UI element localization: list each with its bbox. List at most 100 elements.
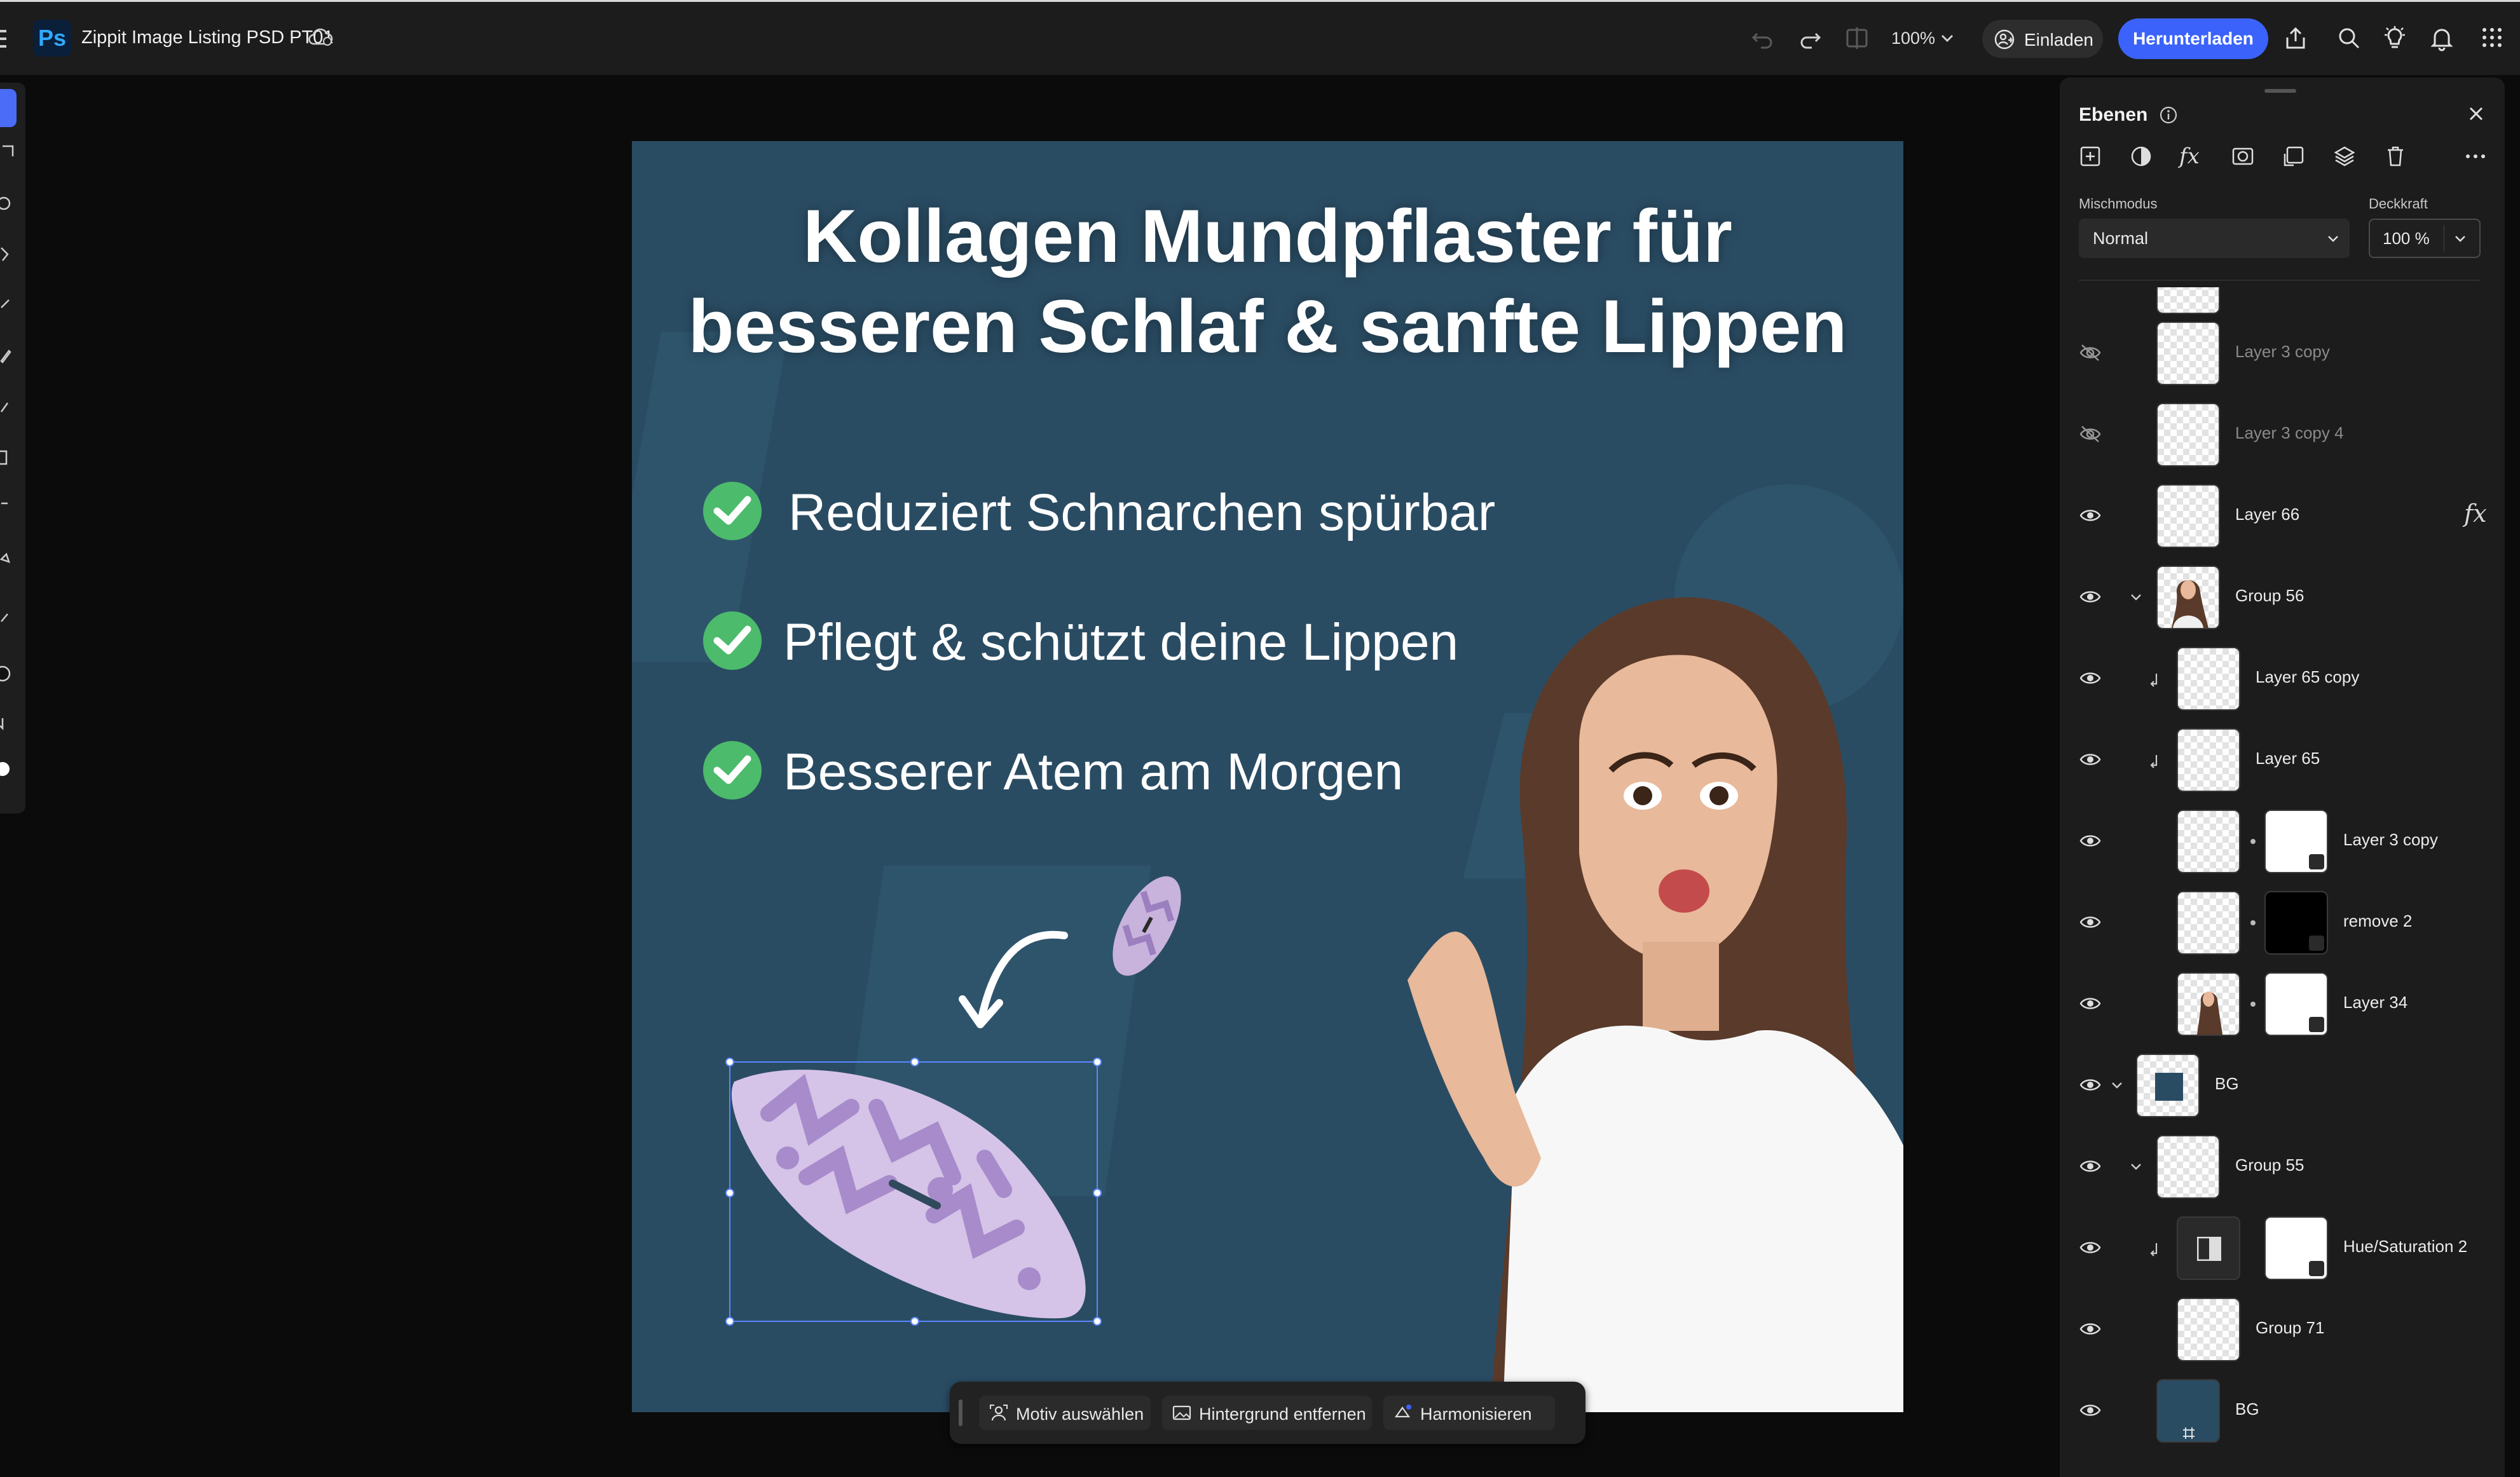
layer-stack-icon[interactable] (2332, 144, 2357, 169)
layer-row[interactable]: Layer 66 fx (2060, 475, 2505, 557)
zoom-level[interactable]: 100% (1891, 29, 1935, 48)
eye-icon[interactable] (2079, 1319, 2102, 1338)
layer-name: Layer 34 (2343, 993, 2408, 1012)
download-button[interactable]: Herunterladen (2118, 18, 2268, 59)
layer-mask-thumbnail[interactable] (2264, 972, 2328, 1036)
layer-row[interactable]: Layer 3 copy (2060, 801, 2505, 882)
lightbulb-icon[interactable] (2381, 25, 2408, 51)
close-icon[interactable] (2467, 104, 2486, 123)
move-tool-icon[interactable] (0, 89, 17, 127)
eye-icon[interactable] (2079, 831, 2102, 850)
layer-mask-thumbnail[interactable] (2264, 891, 2328, 955)
apps-grid-icon[interactable] (2481, 26, 2503, 49)
chevron-down-icon[interactable] (2453, 231, 2468, 247)
fx-icon[interactable]: fx (2179, 144, 2205, 169)
artboard[interactable]: Kollagen Mundpflaster für besseren Schla… (632, 141, 1903, 1412)
document-title[interactable]: Zippit Image Listing PSD PT01 (81, 27, 334, 48)
eraser-tool-icon[interactable] (0, 398, 18, 416)
layer-row[interactable]: Layer 65 copy (2060, 638, 2505, 719)
eye-icon[interactable] (2079, 1401, 2102, 1420)
chevron-down-icon[interactable] (1939, 30, 1955, 46)
layer-row[interactable]: Group 56 (2060, 557, 2505, 638)
healing-brush-icon[interactable] (0, 296, 18, 314)
remove-background-button[interactable]: Hintergrund entfernen (1162, 1396, 1372, 1430)
chevron-down-icon[interactable] (2109, 1078, 2125, 1093)
opacity-input[interactable]: 100 % (2369, 219, 2481, 258)
layer-thumbnail (2177, 810, 2240, 873)
search-icon[interactable] (2336, 25, 2362, 51)
layer-row[interactable]: Layer 3 copy 4 (2060, 394, 2505, 475)
background-color-icon[interactable] (0, 760, 18, 778)
trash-icon[interactable] (2383, 144, 2408, 169)
layer-mask-icon[interactable] (2230, 144, 2256, 169)
eye-hidden-icon[interactable] (2079, 343, 2102, 362)
adjustment-layer-icon[interactable] (2128, 144, 2154, 169)
hamburger-menu-icon[interactable] (0, 30, 6, 48)
cloud-sync-icon[interactable] (308, 27, 333, 46)
transform-tool-icon[interactable] (0, 144, 18, 161)
photoshop-logo[interactable]: Ps (33, 20, 71, 57)
selection-bounding-box[interactable] (725, 1058, 1102, 1326)
eye-icon[interactable] (2079, 913, 2102, 932)
woman-photo[interactable] (1312, 586, 1903, 1412)
eye-icon[interactable] (2079, 1238, 2102, 1257)
invite-button[interactable]: Einladen (1982, 20, 2103, 58)
layer-row[interactable]: BG (2060, 1370, 2505, 1452)
resize-handle[interactable] (910, 1317, 919, 1326)
artboard-icon (2183, 1427, 2195, 1439)
eye-icon[interactable] (2079, 587, 2102, 606)
layer-row[interactable]: remove 2 (2060, 882, 2505, 963)
panel-drag-handle[interactable] (2264, 89, 2296, 93)
chevron-down-icon[interactable] (2128, 1159, 2144, 1174)
harmonize-button[interactable]: Harmonisieren (1383, 1396, 1555, 1430)
resize-handle[interactable] (725, 1058, 734, 1066)
blend-mode-select[interactable]: Normal (2079, 219, 2350, 258)
eye-icon[interactable] (2079, 750, 2102, 769)
layer-row[interactable]: Layer 3 copy (2060, 313, 2505, 394)
layer-mask-thumbnail[interactable] (2264, 1216, 2328, 1280)
compare-icon[interactable] (1844, 25, 1870, 51)
info-icon[interactable] (2159, 106, 2178, 125)
resize-handle[interactable] (725, 1188, 734, 1197)
more-options-icon[interactable] (2463, 144, 2488, 169)
mouth-tape-small-image (1113, 876, 1181, 976)
layer-row[interactable]: Layer 34 (2060, 963, 2505, 1045)
eye-icon[interactable] (2079, 1075, 2102, 1094)
bell-icon[interactable] (2428, 25, 2455, 51)
layer-mask-thumbnail[interactable] (2264, 810, 2328, 873)
crop-tool-icon[interactable] (0, 449, 18, 466)
undo-icon[interactable] (1750, 25, 1776, 51)
eye-icon[interactable] (2079, 669, 2102, 688)
eye-icon[interactable] (2079, 1157, 2102, 1176)
layer-row[interactable]: Hue/Saturation 2 (2060, 1208, 2505, 1289)
resize-handle[interactable] (910, 1058, 919, 1066)
layer-row[interactable]: Group 55 (2060, 1126, 2505, 1208)
resize-handle[interactable] (1093, 1317, 1102, 1326)
redo-icon[interactable] (1797, 25, 1823, 51)
shape-tool-icon[interactable] (0, 550, 18, 568)
eyedropper-tool-icon[interactable] (0, 608, 18, 625)
brush-tool-icon[interactable] (0, 347, 18, 365)
add-layer-icon[interactable] (2078, 144, 2103, 169)
eye-hidden-icon[interactable] (2079, 425, 2102, 444)
layer-row[interactable]: Group 71 (2060, 1289, 2505, 1370)
select-subject-tool-icon[interactable] (0, 245, 18, 263)
eye-icon[interactable] (2079, 994, 2102, 1013)
lasso-tool-icon[interactable] (0, 194, 18, 212)
share-icon[interactable] (2282, 25, 2309, 51)
eye-icon[interactable] (2079, 506, 2102, 525)
resize-handle[interactable] (1093, 1188, 1102, 1197)
layer-row[interactable]: BG (2060, 1045, 2505, 1126)
swap-colors-icon[interactable] (0, 716, 18, 733)
fx-icon[interactable]: fx (2464, 500, 2487, 528)
resize-handle[interactable] (1093, 1058, 1102, 1066)
resize-handle[interactable] (725, 1317, 734, 1326)
layer-row[interactable]: Layer 65 (2060, 719, 2505, 801)
select-subject-button[interactable]: Motiv auswählen (979, 1396, 1151, 1430)
chevron-down-icon[interactable] (2128, 590, 2144, 605)
left-toolbar (0, 83, 25, 813)
foreground-color-icon[interactable] (0, 665, 18, 683)
type-tool-icon[interactable] (0, 500, 18, 517)
clipping-mask-icon[interactable] (2281, 144, 2306, 169)
drag-handle[interactable] (959, 1399, 962, 1426)
